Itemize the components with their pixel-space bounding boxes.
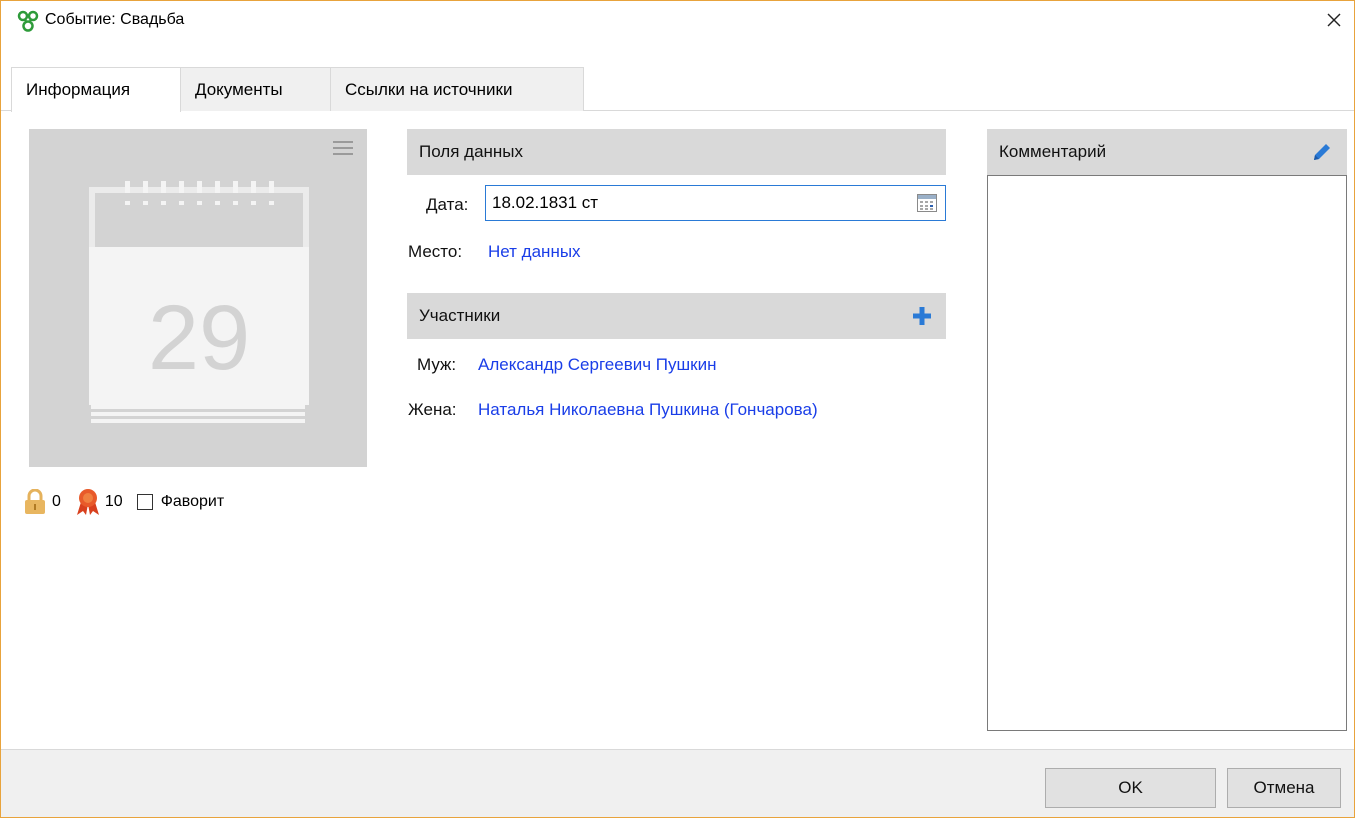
date-label: Дата: (426, 195, 469, 214)
cancel-button[interactable]: Отмена (1227, 768, 1341, 808)
calendar-icon: 29 (89, 181, 309, 423)
tab-underline (584, 110, 1354, 111)
lock-count: 0 (52, 493, 61, 510)
close-button[interactable] (1314, 1, 1354, 39)
award-count: 10 (104, 493, 123, 510)
data-fields-title: Поля данных (419, 142, 524, 161)
place-link[interactable]: Нет данных (488, 242, 581, 262)
comment-header: Комментарий (987, 129, 1347, 175)
pencil-icon[interactable] (1311, 141, 1333, 163)
award-stat: 10 (75, 488, 123, 516)
event-photo[interactable]: 29 (29, 129, 367, 467)
favorite-toggle[interactable]: Фаворит (136, 493, 225, 511)
calendar-picker-icon[interactable] (917, 194, 937, 212)
data-fields-header: Поля данных (407, 129, 946, 175)
favorite-checkbox[interactable] (136, 494, 153, 510)
event-dialog: Событие: Свадьба Информация Документы Сс… (0, 0, 1355, 818)
tab-source-links[interactable]: Ссылки на источники (330, 67, 584, 111)
date-field[interactable] (485, 185, 946, 221)
add-participant-icon[interactable] (912, 306, 932, 326)
husband-label: Муж: (417, 355, 457, 374)
participants-header: Участники (407, 293, 946, 339)
participants-title: Участники (419, 306, 501, 325)
calendar-day-number: 29 (148, 287, 250, 389)
ok-button-label: OK (1118, 778, 1143, 797)
award-icon (76, 489, 99, 515)
title-bar: Событие: Свадьба (1, 1, 1354, 39)
tab-documents[interactable]: Документы (180, 67, 331, 111)
tab-underline-left (1, 110, 11, 111)
tab-information-label: Информация (26, 80, 131, 99)
favorite-label: Фаворит (160, 493, 225, 510)
lock-stat: 0 (23, 489, 61, 515)
close-icon (1327, 13, 1341, 27)
comment-textbox[interactable] (987, 175, 1347, 731)
stats-row: 0 10 Фаворит (23, 487, 238, 517)
wife-link[interactable]: Наталья Николаевна Пушкина (Гончарова) (478, 400, 818, 420)
app-icon (17, 10, 39, 32)
tab-source-links-label: Ссылки на источники (345, 79, 513, 99)
date-input[interactable] (492, 186, 902, 220)
husband-link[interactable]: Александр Сергеевич Пушкин (478, 355, 717, 375)
place-label: Место: (408, 242, 463, 261)
window-title: Событие: Свадьба (45, 11, 185, 28)
comment-title: Комментарий (999, 142, 1107, 161)
dialog-footer: OK Отмена (1, 749, 1354, 817)
lock-icon (25, 489, 45, 514)
ok-button[interactable]: OK (1045, 768, 1216, 808)
tab-information[interactable]: Информация (11, 67, 181, 112)
wife-label: Жена: (408, 400, 457, 419)
tab-documents-label: Документы (195, 79, 283, 99)
cancel-button-label: Отмена (1253, 778, 1315, 797)
